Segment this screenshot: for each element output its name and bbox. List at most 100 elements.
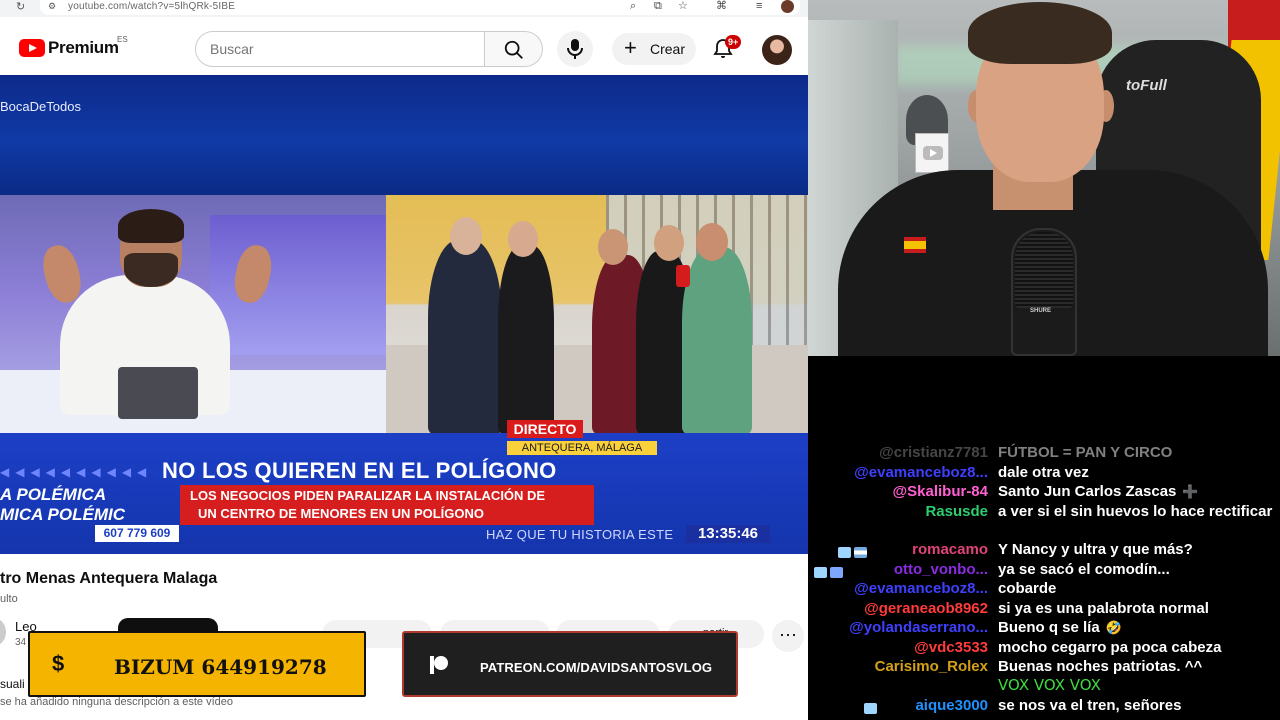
chat-badges bbox=[814, 563, 846, 582]
chat-message-text: ya se sacó el comodín... bbox=[998, 561, 1170, 578]
man-in-suit-head bbox=[450, 217, 482, 255]
play-icon bbox=[923, 146, 943, 160]
chat-username[interactable]: @cristianz7781 bbox=[879, 443, 988, 462]
chat-username[interactable]: otto_vonbo... bbox=[894, 560, 988, 579]
webcam-feed: toFull SHURE bbox=[808, 0, 1280, 356]
man-in-suit bbox=[428, 240, 502, 435]
chat-username[interactable]: @geraneaob8962 bbox=[864, 599, 988, 618]
man-green-sweater bbox=[682, 247, 752, 435]
chat-username[interactable]: aique3000 bbox=[915, 696, 988, 715]
chat-username[interactable]: @Skalibur-84 bbox=[893, 482, 989, 501]
extensions-icon[interactable]: ⌘ bbox=[716, 0, 727, 13]
search-box[interactable] bbox=[195, 31, 485, 67]
chat-username[interactable]: romacamo bbox=[912, 540, 988, 559]
video-title: tro Menas Antequera Malaga bbox=[0, 570, 218, 587]
plus-icon: + bbox=[624, 35, 637, 60]
create-button[interactable]: + Crear bbox=[612, 33, 696, 65]
phone-number: 607 779 609 bbox=[95, 525, 179, 542]
chat-message-text: a ver si el sin huevos lo hace rectifica… bbox=[998, 503, 1273, 520]
reporter-head bbox=[598, 229, 628, 265]
presenter-beard bbox=[124, 253, 178, 287]
broadcast-clock: 13:35:46 bbox=[686, 525, 770, 543]
more-actions-button[interactable]: ⋯ bbox=[772, 620, 804, 652]
chat-message-text: Buenas noches patriotas. ^^ bbox=[998, 658, 1203, 675]
url-text[interactable]: youtube.com/watch?v=5lhQRk-5IBE bbox=[68, 1, 235, 12]
microphone-brand: SHURE bbox=[1030, 308, 1052, 314]
account-avatar[interactable] bbox=[762, 35, 792, 65]
search-button[interactable] bbox=[485, 31, 543, 67]
voice-search-button[interactable] bbox=[557, 31, 593, 67]
chat-username[interactable]: @yolandaserrano... bbox=[849, 618, 988, 637]
video-top-band bbox=[0, 75, 808, 195]
diamond-badge-icon bbox=[814, 566, 827, 578]
polemica-tag-2: MICA POLÉMIC bbox=[0, 505, 125, 524]
streamer-hair bbox=[968, 2, 1112, 64]
chevron-decoration: ◀◀◀◀◀◀◀◀◀◀ bbox=[0, 465, 153, 479]
live-badge: DIRECTO bbox=[507, 420, 583, 438]
youtube-header: Premium ES + Crear 9+ bbox=[0, 17, 808, 75]
chat-username[interactable]: @vdc3533 bbox=[914, 638, 988, 657]
zoom-icon[interactable]: ⌕ bbox=[630, 0, 636, 13]
laptop bbox=[118, 367, 198, 419]
youtube-logo-icon[interactable] bbox=[19, 39, 45, 57]
chat-message-text: Y Nancy y ultra y que más? bbox=[998, 541, 1193, 558]
youtube-play-button-award bbox=[915, 133, 949, 173]
chat-username[interactable]: @evamanceboz8... bbox=[854, 463, 988, 482]
chat-message-text: Bueno q se lía 🤣 bbox=[998, 619, 1122, 636]
news-ticker: HAZ QUE TU HISTORIA ESTE bbox=[486, 527, 674, 542]
dollar-icon: $ bbox=[52, 651, 65, 676]
country-code: ES bbox=[117, 35, 128, 44]
chat-message-text: cobarde bbox=[998, 580, 1057, 597]
reading-list-icon[interactable]: ≡ bbox=[756, 0, 762, 13]
microphone-grille bbox=[1015, 232, 1073, 308]
patreon-url: PATREON.COM/DAVIDSANTOSVLOG bbox=[480, 660, 713, 675]
profile-avatar-small[interactable] bbox=[781, 0, 794, 13]
presenter-hair bbox=[118, 209, 184, 243]
site-info-icon[interactable]: ⚙ bbox=[48, 1, 56, 12]
install-icon[interactable]: ⧉ bbox=[654, 0, 662, 13]
stream-layout: ↻ ⚙ youtube.com/watch?v=5lhQRk-5IBE ⌕ ⧉ … bbox=[0, 0, 1280, 720]
chat-emote-icon: ➕ bbox=[1182, 484, 1199, 499]
chat-message-text: Santo Jun Carlos Zascas ➕ bbox=[998, 483, 1199, 500]
chat-message-text: mocho cegarro pa poca cabeza bbox=[998, 639, 1222, 656]
chat-message-text: dale otra vez bbox=[998, 464, 1089, 481]
reload-icon[interactable]: ↻ bbox=[16, 0, 25, 14]
interviewee-woman-head bbox=[654, 225, 684, 261]
bizum-number: BIZUM 644919278 bbox=[114, 655, 327, 679]
bookmark-star-icon[interactable]: ☆ bbox=[678, 0, 688, 13]
street-shot bbox=[386, 195, 808, 435]
microphone-icon bbox=[567, 39, 583, 59]
address-bar: ↻ ⚙ youtube.com/watch?v=5lhQRk-5IBE ⌕ ⧉ … bbox=[0, 0, 808, 17]
woman-black bbox=[498, 245, 554, 435]
chat-message-text: VOX VOX VOX bbox=[998, 676, 1101, 694]
microphone-prop bbox=[676, 265, 690, 287]
bizum-donation-banner: $ BIZUM 644919278 bbox=[28, 631, 366, 697]
chat-username[interactable]: @evamanceboz8... bbox=[854, 579, 988, 598]
youtube-brand[interactable]: Premium bbox=[48, 38, 119, 58]
browser-window: ↻ ⚙ youtube.com/watch?v=5lhQRk-5IBE ⌕ ⧉ … bbox=[0, 0, 808, 720]
studio-shot bbox=[0, 195, 386, 435]
notification-count-badge: 9+ bbox=[725, 35, 742, 49]
channel-subscriber-count: 34 bbox=[15, 637, 27, 648]
search-icon bbox=[504, 40, 523, 59]
polemica-tag-1: A POLÉMICA bbox=[0, 485, 107, 504]
chair-brand: toFull bbox=[1126, 77, 1167, 94]
channel-avatar[interactable] bbox=[0, 618, 6, 646]
live-chat: @cristianz7781 FÚTBOL = PAN Y CIRCO @evama… bbox=[808, 356, 1280, 720]
description-text: se ha añadido ninguna descripción a este… bbox=[0, 696, 234, 708]
patreon-banner: PATREON.COM/DAVIDSANTOSVLOG bbox=[402, 631, 738, 697]
video-player[interactable]: BocaDeTodos ◀◀◀◀◀◀◀◀◀◀ DIRECTO ANTEQUERA… bbox=[0, 75, 808, 554]
diamond-badge-icon bbox=[864, 702, 877, 714]
gift-badge-icon bbox=[830, 566, 843, 578]
chat-username[interactable]: Rasusde bbox=[925, 502, 988, 521]
flag-badge-icon bbox=[854, 546, 867, 558]
chat-badges bbox=[838, 543, 870, 562]
chat-username[interactable]: Carisimo_Rolex bbox=[875, 657, 988, 676]
diamond-badge-icon bbox=[838, 546, 851, 558]
create-label: Crear bbox=[650, 41, 686, 57]
video-hashtag: BocaDeTodos bbox=[0, 99, 81, 114]
chat-emote-icon: 🤣 bbox=[1105, 620, 1122, 635]
search-input[interactable] bbox=[210, 40, 470, 58]
location-badge: ANTEQUERA, MÁLAGA bbox=[507, 441, 657, 455]
news-subhead-line1: LOS NEGOCIOS PIDEN PARALIZAR LA INSTALAC… bbox=[190, 488, 546, 503]
